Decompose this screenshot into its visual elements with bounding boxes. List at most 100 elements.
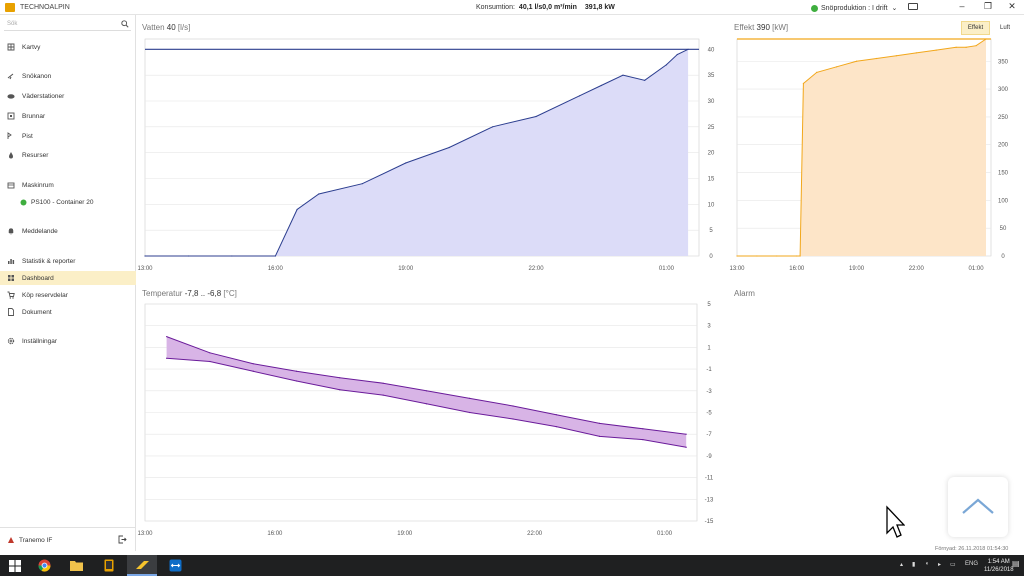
x-tick-label: 01:00 — [659, 266, 675, 272]
taskbar-app-phone[interactable] — [94, 555, 124, 576]
taskbar-technoalpin[interactable] — [127, 555, 157, 576]
clock-time: 1:54 AM — [987, 559, 1010, 565]
mouse-cursor-icon — [886, 505, 905, 538]
phone-app-icon — [104, 559, 114, 572]
data-point — [231, 255, 233, 257]
y-tick-label: 50 — [1000, 226, 1007, 232]
x-tick-label: 22:00 — [909, 266, 925, 272]
data-point — [935, 49, 937, 51]
data-point — [274, 255, 276, 257]
power-chart: 0 50 100 150 200 250 300 350 13:00 16:00 19:00 22:0… — [729, 38, 1009, 272]
data-point — [915, 52, 917, 54]
data-point — [598, 435, 601, 437]
tray-network-icon[interactable]: ▮ — [912, 561, 915, 568]
data-point — [975, 45, 977, 47]
data-point — [776, 255, 778, 257]
taskbar-teamviewer[interactable] — [160, 555, 190, 576]
data-point — [469, 397, 471, 399]
y-tick-label: -9 — [706, 454, 712, 460]
x-tick-label: 16:00 — [267, 531, 283, 537]
taskbar: ▴ ▮ ◖ ▸ ▭ ENG 1:54 AM 11/26/2018 ▤ — [0, 555, 1024, 576]
data-point — [676, 53, 678, 56]
x-tick-label: 13:00 — [729, 266, 745, 272]
data-point — [209, 360, 211, 363]
windows-start-button[interactable] — [0, 555, 30, 576]
data-point — [469, 411, 471, 414]
data-point — [642, 439, 644, 441]
data-point — [296, 208, 298, 211]
y-tick-label: -3 — [706, 389, 712, 395]
y-tick-label: 200 — [998, 143, 1009, 149]
data-point — [802, 82, 805, 85]
technoalpin-icon — [135, 561, 149, 569]
tray-flag-icon[interactable]: ▸ — [938, 561, 941, 568]
updated-timestamp: Förnyad: 26.11.2018 01:54:30 — [935, 546, 1008, 552]
data-point — [425, 403, 428, 405]
data-point — [492, 126, 494, 128]
data-point — [644, 79, 646, 81]
data-point — [405, 162, 407, 164]
data-point — [339, 377, 341, 379]
y-tick-label: 20 — [708, 151, 715, 157]
data-point — [425, 390, 428, 392]
y-tick-label: 10 — [708, 202, 715, 208]
taskbar-file-explorer[interactable] — [61, 555, 91, 576]
y-tick-label: 0 — [1001, 254, 1005, 260]
scroll-to-top-button[interactable] — [948, 477, 1008, 537]
y-tick-label: -5 — [706, 411, 712, 417]
x-tick-label: 01:00 — [969, 266, 985, 272]
data-point — [799, 255, 801, 257]
y-tick-label: 5 — [709, 228, 713, 234]
taskbar-clock[interactable]: 1:54 AM 11/26/2018 — [984, 558, 1014, 574]
data-point — [796, 255, 798, 257]
language-indicator[interactable]: ENG — [965, 561, 978, 567]
data-point — [555, 414, 557, 416]
data-point — [512, 418, 514, 420]
y-tick-label: -1 — [706, 367, 712, 373]
data-point — [144, 255, 146, 257]
series-band — [166, 336, 687, 448]
taskbar-chrome[interactable] — [29, 555, 59, 576]
data-point — [166, 357, 168, 359]
water-chart: 0 5 10 15 20 25 30 35 40 13:00 16:00 19:00 22:00 01:0… — [137, 38, 715, 272]
series-area — [737, 39, 986, 256]
data-point — [578, 95, 581, 97]
data-point — [855, 60, 858, 62]
updated-label: Förnyad: — [935, 546, 957, 552]
x-tick-label: 01:00 — [657, 531, 673, 537]
data-point — [382, 382, 384, 384]
data-point — [598, 422, 601, 424]
y-tick-label: 1 — [707, 345, 711, 351]
y-tick-label: 150 — [998, 171, 1009, 177]
data-point — [535, 115, 537, 118]
data-point — [736, 255, 738, 257]
data-point — [295, 380, 298, 382]
data-point — [252, 363, 254, 365]
x-tick-label: 13:00 — [137, 266, 153, 272]
tray-battery-icon[interactable]: ▭ — [950, 561, 956, 568]
y-tick-label: 300 — [998, 87, 1009, 93]
data-point — [600, 84, 602, 87]
data-point — [555, 426, 557, 428]
data-point — [187, 255, 190, 257]
x-tick-label: 19:00 — [849, 266, 865, 272]
tray-volume-icon[interactable]: ◖ — [925, 561, 929, 567]
chevron-up-icon — [962, 498, 994, 514]
folder-icon — [69, 561, 83, 571]
y-tick-label: 3 — [707, 324, 711, 330]
data-point — [339, 389, 341, 391]
teamviewer-icon — [169, 559, 181, 572]
x-tick-label: 19:00 — [397, 531, 413, 537]
data-point — [685, 433, 687, 435]
data-point — [382, 394, 384, 396]
data-point — [756, 255, 758, 257]
data-point — [836, 66, 838, 68]
tray-chevron-up-icon[interactable]: ▴ — [900, 561, 903, 568]
data-point — [895, 55, 897, 57]
data-point — [955, 46, 957, 48]
windows-icon — [9, 559, 21, 572]
data-point — [166, 335, 168, 338]
data-point — [318, 193, 320, 195]
data-point — [665, 64, 668, 66]
notification-icon[interactable]: ▤ — [1012, 559, 1020, 568]
